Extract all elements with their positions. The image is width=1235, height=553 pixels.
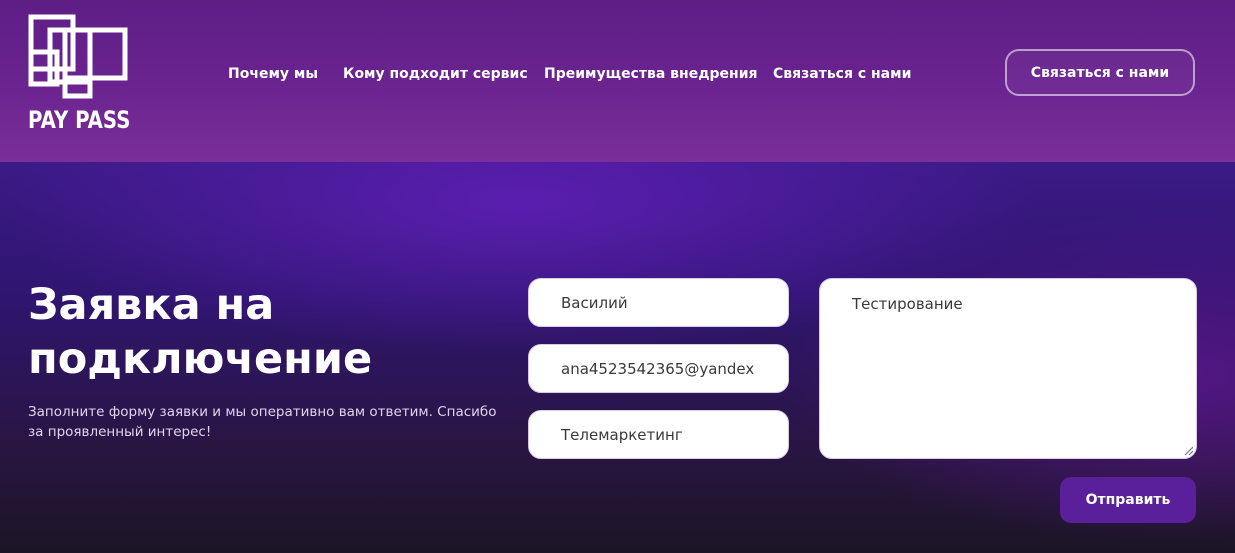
nav-link-why-us[interactable]: Почему мы xyxy=(228,64,318,84)
title-line-2: подключение xyxy=(28,334,373,384)
nav-link-benefits[interactable]: Преимущества внедрения xyxy=(544,64,758,84)
logo-text: PAY PASS xyxy=(28,106,131,134)
form-description: Заполните форму заявки и мы оперативно в… xyxy=(28,404,497,440)
contact-us-button[interactable]: Связаться с нами xyxy=(1005,49,1195,96)
nav-link-contact[interactable]: Связаться с нами xyxy=(773,64,911,84)
email-field[interactable]: ana4523542365@yandex xyxy=(528,344,789,393)
logo[interactable]: PAY PASS xyxy=(28,14,130,136)
site-header: PAY PASS Почему мы Кому подходит сервис … xyxy=(0,0,1235,162)
name-field-value: Василий xyxy=(561,293,628,312)
company-field-value: Телемаркетинг xyxy=(561,425,683,444)
title-line-1: Заявка на xyxy=(28,280,275,330)
resize-grip-icon[interactable] xyxy=(1183,445,1193,455)
message-textarea[interactable]: Тестирование xyxy=(819,278,1197,459)
submit-button[interactable]: Отправить xyxy=(1060,477,1196,523)
logo-mark-icon xyxy=(28,14,128,99)
email-field-value: ana4523542365@yandex xyxy=(561,359,755,378)
company-field[interactable]: Телемаркетинг xyxy=(528,410,789,459)
name-field[interactable]: Василий xyxy=(528,278,789,327)
message-textarea-value: Тестирование xyxy=(852,295,963,313)
page-title: Заявка на подключение xyxy=(28,278,468,386)
nav-link-who-fits[interactable]: Кому подходит сервис xyxy=(343,64,528,84)
